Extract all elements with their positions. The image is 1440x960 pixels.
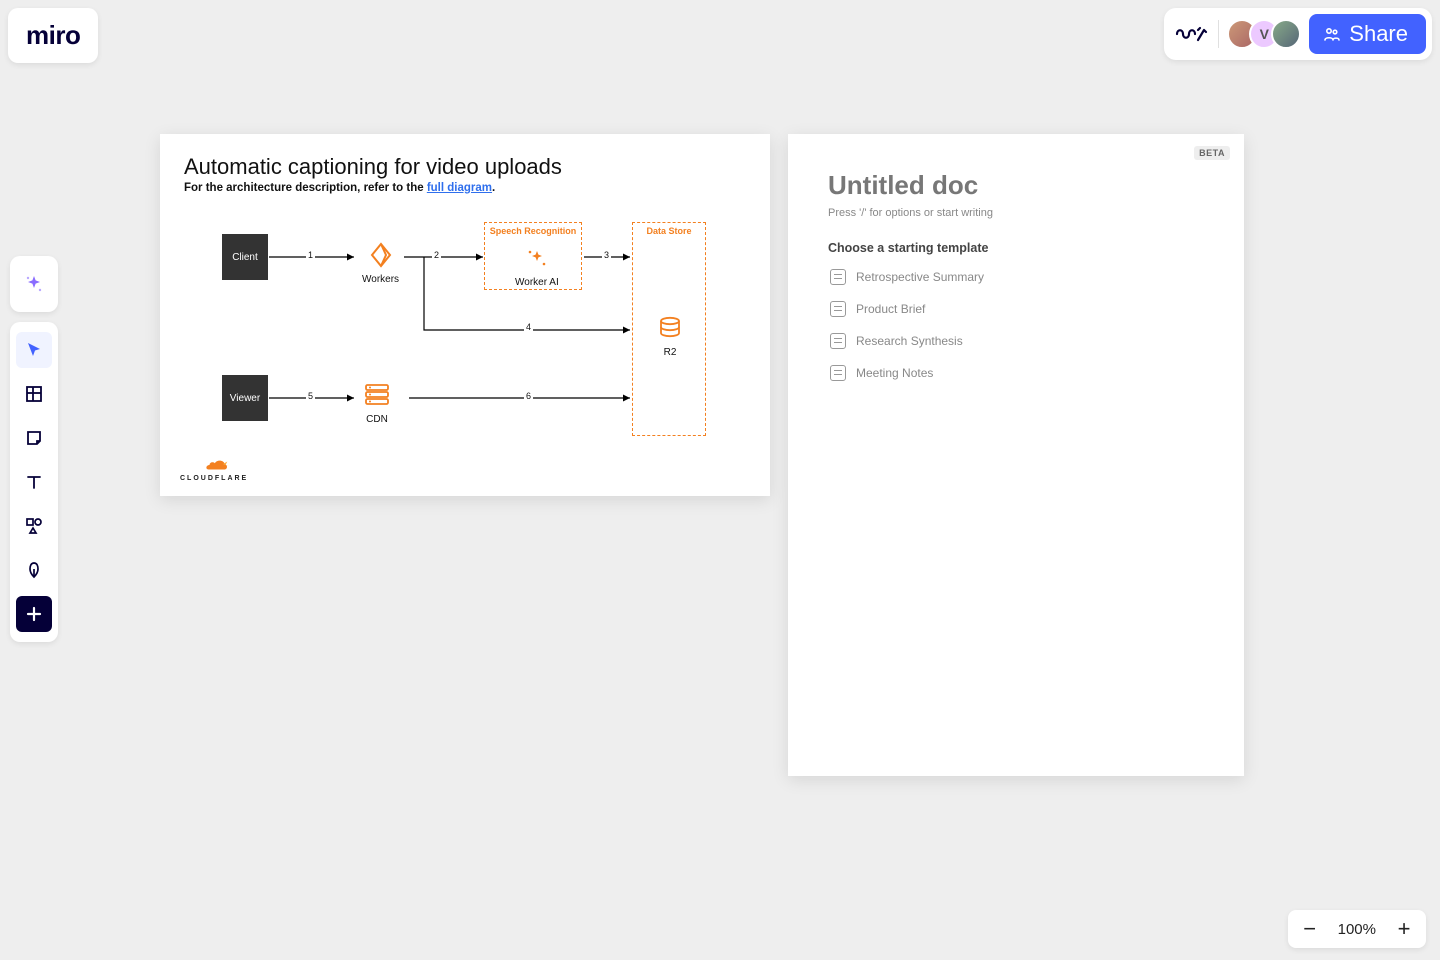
share-button[interactable]: Share: [1309, 14, 1426, 54]
ai-tool[interactable]: [16, 266, 52, 302]
share-button-label: Share: [1349, 21, 1408, 47]
add-tool[interactable]: [16, 596, 52, 632]
ai-tool-group: [10, 256, 58, 312]
cloudflare-logo: CLOUDFLARE: [180, 457, 248, 482]
activity-icon[interactable]: [1174, 20, 1210, 48]
header-divider: [1218, 20, 1219, 48]
tool-strip: [10, 322, 58, 642]
left-toolbar: [10, 256, 58, 642]
template-product-brief[interactable]: Product Brief: [828, 297, 1204, 321]
edge-2: 2: [432, 250, 441, 260]
template-icon: [830, 269, 846, 285]
diagram-subtitle-suffix: .: [492, 182, 495, 194]
edge-3: 3: [602, 250, 611, 260]
node-client-box: Client: [222, 234, 268, 280]
pen-tool[interactable]: [16, 552, 52, 588]
header-controls: V Share: [1164, 8, 1432, 60]
collaborator-avatars[interactable]: V: [1227, 19, 1301, 49]
edge-5: 5: [306, 391, 315, 401]
frame-tool[interactable]: [16, 376, 52, 412]
template-icon: [830, 333, 846, 349]
share-people-icon: [1323, 25, 1341, 43]
template-label: Product Brief: [856, 302, 925, 316]
node-viewer[interactable]: Viewer: [222, 375, 268, 421]
doc-choose-label: Choose a starting template: [828, 241, 1204, 255]
template-retrospective[interactable]: Retrospective Summary: [828, 265, 1204, 289]
app-logo[interactable]: miro: [8, 8, 98, 63]
avatar-2-initial: V: [1260, 26, 1269, 42]
diagram-subtitle-prefix: For the architecture description, refer …: [184, 182, 427, 194]
doc-frame[interactable]: BETA Untitled doc Press '/' for options …: [788, 134, 1244, 776]
group-datastore-label: Data Store: [633, 226, 705, 236]
diagram-subtitle-link[interactable]: full diagram: [427, 182, 492, 194]
node-workers-label: Workers: [362, 274, 399, 285]
zoom-out-button[interactable]: −: [1298, 916, 1322, 942]
node-cdn[interactable]: CDN: [362, 380, 392, 425]
cloudflare-wordmark: CLOUDFLARE: [180, 475, 248, 482]
beta-badge: BETA: [1194, 146, 1230, 160]
text-tool[interactable]: [16, 464, 52, 500]
zoom-in-button[interactable]: +: [1392, 916, 1416, 942]
group-data-store[interactable]: Data Store R2: [632, 222, 706, 436]
doc-hint: Press '/' for options or start writing: [828, 207, 1204, 219]
select-tool[interactable]: [16, 332, 52, 368]
diagram-subtitle: For the architecture description, refer …: [184, 182, 746, 194]
shapes-tool[interactable]: [16, 508, 52, 544]
edge-6: 6: [524, 391, 533, 401]
cloudflare-cloud-icon: [196, 457, 232, 473]
node-cdn-label: CDN: [366, 414, 388, 425]
template-icon: [830, 301, 846, 317]
workers-icon: [366, 240, 396, 270]
template-research-synthesis[interactable]: Research Synthesis: [828, 329, 1204, 353]
template-label: Research Synthesis: [856, 334, 963, 348]
template-icon: [830, 365, 846, 381]
node-client[interactable]: Client: [222, 234, 268, 280]
diagram-area: 1 2 3 4 5 6 Client Workers Speech Recogn…: [184, 212, 746, 472]
r2-icon: [655, 313, 685, 343]
edge-1: 1: [306, 250, 315, 260]
doc-title[interactable]: Untitled doc: [828, 170, 1204, 201]
template-list: Retrospective Summary Product Brief Rese…: [828, 265, 1204, 385]
zoom-value[interactable]: 100%: [1338, 921, 1376, 938]
template-label: Retrospective Summary: [856, 270, 984, 284]
cdn-icon: [362, 380, 392, 410]
group-speech-label: Speech Recognition: [485, 226, 581, 236]
avatar-3[interactable]: [1271, 19, 1301, 49]
sticky-note-tool[interactable]: [16, 420, 52, 456]
diagram-frame[interactable]: Automatic captioning for video uploads F…: [160, 134, 770, 496]
app-logo-text: miro: [26, 20, 80, 50]
template-meeting-notes[interactable]: Meeting Notes: [828, 361, 1204, 385]
node-worker-ai-label: Worker AI: [515, 277, 559, 288]
edge-4: 4: [524, 322, 533, 332]
diagram-title: Automatic captioning for video uploads: [184, 154, 746, 180]
zoom-control: − 100% +: [1288, 910, 1426, 948]
node-viewer-box: Viewer: [222, 375, 268, 421]
template-label: Meeting Notes: [856, 366, 933, 380]
node-workers[interactable]: Workers: [362, 240, 399, 285]
group-speech-recognition[interactable]: Speech Recognition Worker AI: [484, 222, 582, 290]
worker-ai-icon: [522, 243, 552, 273]
node-r2-label: R2: [664, 347, 677, 358]
